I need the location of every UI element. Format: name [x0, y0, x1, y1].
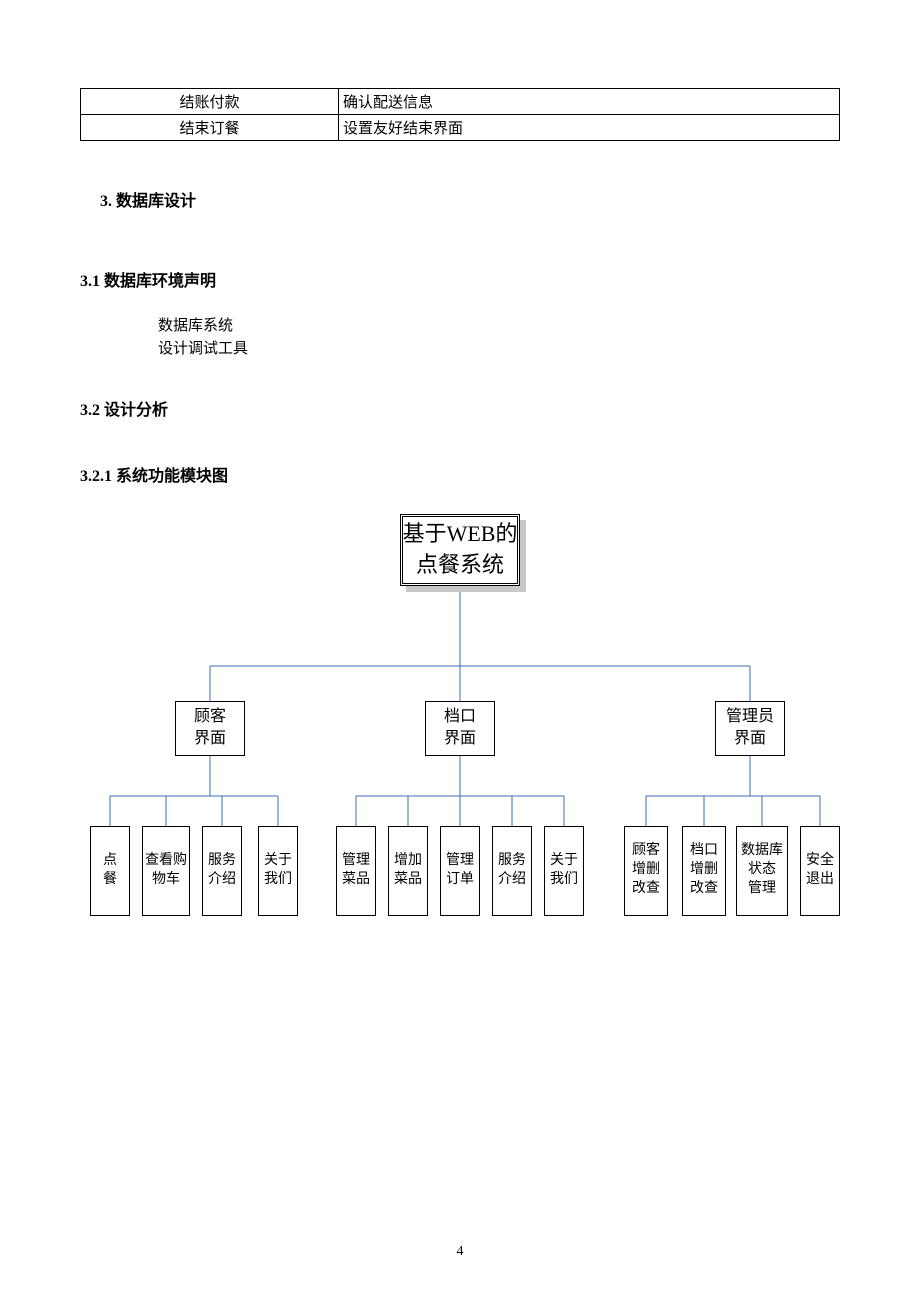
leaf-node: 顾客 增删 改查	[624, 826, 668, 916]
leaf-node: 档口 增删 改查	[682, 826, 726, 916]
requirements-table: 结账付款 确认配送信息 结束订餐 设置友好结束界面	[80, 88, 840, 141]
leaf-node: 管理 订单	[440, 826, 480, 916]
heading-3-1: 3.1 数据库环境声明	[80, 267, 840, 291]
cell: 确认配送信息	[339, 89, 840, 115]
cell: 结账付款	[81, 89, 339, 115]
document-page: 结账付款 确认配送信息 结束订餐 设置友好结束界面 3. 数据库设计 3.1 数…	[0, 0, 920, 1302]
mid-node-vendor: 档口 界面	[425, 701, 495, 756]
leaf-node: 增加 菜品	[388, 826, 428, 916]
heading-3: 3. 数据库设计	[100, 187, 840, 211]
leaf-node: 管理 菜品	[336, 826, 376, 916]
leaf-node: 关于 我们	[258, 826, 298, 916]
env-declaration: 数据库系统 设计调试工具	[158, 315, 840, 362]
heading-3-2: 3.2 设计分析	[80, 396, 840, 420]
cell: 结束订餐	[81, 115, 339, 141]
table-row: 结账付款 确认配送信息	[81, 89, 840, 115]
mid-node-admin: 管理员 界面	[715, 701, 785, 756]
heading-3-2-1: 3.2.1 系统功能模块图	[80, 462, 840, 486]
leaf-node: 服务 介绍	[202, 826, 242, 916]
leaf-node: 查看购 物车	[142, 826, 190, 916]
leaf-node: 安全 退出	[800, 826, 840, 916]
leaf-node: 服务 介绍	[492, 826, 532, 916]
table-row: 结束订餐 设置友好结束界面	[81, 115, 840, 141]
cell: 设置友好结束界面	[339, 115, 840, 141]
env-line: 设计调试工具	[158, 338, 840, 361]
leaf-node: 数据库 状态 管理	[736, 826, 788, 916]
leaf-node: 点 餐	[90, 826, 130, 916]
mid-node-customer: 顾客 界面	[175, 701, 245, 756]
root-node: 基于WEB的 点餐系统	[400, 514, 520, 586]
page-number: 4	[0, 1244, 920, 1260]
leaf-node: 关于 我们	[544, 826, 584, 916]
system-module-diagram: 基于WEB的 点餐系统 顾客 界面 档口 界面 管理员 界面 点 餐 查看购 物…	[80, 506, 840, 986]
env-line: 数据库系统	[158, 315, 840, 338]
